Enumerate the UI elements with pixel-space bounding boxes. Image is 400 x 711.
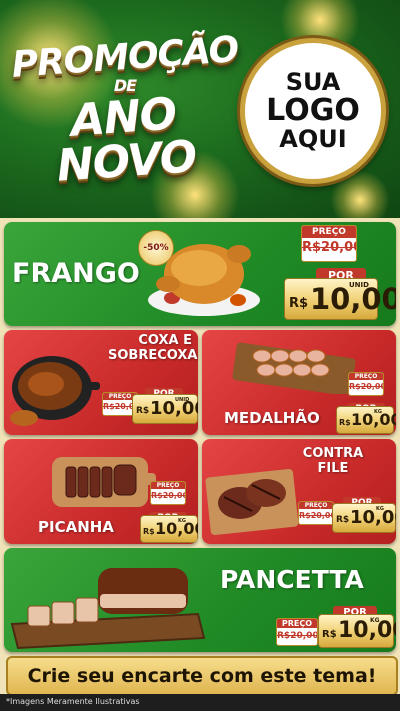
currency-symbol: R$	[143, 527, 155, 536]
chicken-thigh-pan-image	[10, 356, 100, 426]
promo-headline: PROMOÇÃO DE ANO NOVO	[10, 29, 240, 192]
price-value: 10,00	[338, 618, 396, 643]
price-box: R$ 10,00 KG	[140, 515, 198, 543]
old-price-tag: PREÇO R$20,00	[150, 481, 186, 505]
disclaimer-text: *Imagens Meramente Ilustrativas	[6, 697, 140, 706]
product-name-line-1: COXA E	[138, 333, 192, 348]
price-value: 10,00	[350, 507, 396, 528]
price-unit: KG	[178, 518, 186, 524]
cta-banner-text: Crie seu encarte com este tema!	[27, 665, 377, 687]
product-name: PICANHA	[38, 518, 114, 536]
currency-symbol: R$	[136, 406, 150, 416]
pork-belly-roast-image	[10, 568, 206, 650]
preco-label: PREÇO	[277, 619, 317, 628]
currency-symbol: R$	[322, 629, 337, 640]
price-box: R$ 10,00 UNID	[284, 278, 396, 320]
old-price: R$20,00	[302, 240, 357, 255]
product-name-line-2: SOBRECOXA	[108, 347, 198, 363]
old-price-tag: PREÇO R$20,00	[298, 501, 334, 525]
preco-label: PREÇO	[299, 502, 333, 509]
price-unit: UNID	[349, 281, 369, 289]
preco-label: PREÇO	[151, 482, 185, 489]
price-unit: UNID	[175, 397, 190, 403]
price-box: R$ 10,00 KG	[336, 406, 396, 434]
grilled-steaks-image	[205, 468, 299, 536]
cta-banner[interactable]: Crie seu encarte com este tema!	[6, 656, 398, 696]
price-unit: KG	[376, 506, 384, 512]
old-price: R$20,00	[349, 382, 384, 391]
currency-symbol: R$	[289, 296, 309, 311]
product-card-picanha[interactable]: PREÇO R$20,00 POR PICANHA R$ 10,00 KG	[4, 439, 198, 544]
old-price-tag: PREÇO R$20,00	[348, 372, 384, 396]
header-banner: PROMOÇÃO DE ANO NOVO SUA LOGO AQUI	[0, 0, 400, 218]
product-name: FRANGO	[12, 258, 140, 289]
logo-text-line-2: LOGO	[266, 93, 360, 129]
product-name: CONTRA FILE	[302, 446, 364, 477]
price-box: R$ 10,00 UNID	[132, 394, 198, 424]
product-card-frango[interactable]: FRANGO -50% PREÇO R$20,00 POR R$ 10,00 U…	[4, 222, 396, 326]
product-name-line-1: CONTRA	[302, 446, 364, 461]
currency-symbol: R$	[336, 515, 350, 525]
product-card-coxa-sobrecoxa[interactable]: COXA E SOBRECOXA PREÇO R$20,00 POR R$ 10…	[4, 330, 198, 435]
old-price: R$20,00	[151, 491, 186, 500]
price-value: 10,00	[155, 519, 198, 538]
product-name-line-2: FILE	[317, 460, 349, 476]
price-value: 10,00	[150, 398, 198, 419]
logo-text-line-3: AQUI	[279, 124, 347, 153]
old-price: R$20,00	[299, 511, 334, 520]
logo-placeholder: SUA LOGO AQUI	[240, 38, 386, 184]
old-price-tag: PREÇO R$20,00	[301, 225, 357, 262]
roast-chicken-image	[148, 244, 260, 316]
old-price: R$20,00	[277, 631, 318, 641]
product-card-medalhao[interactable]: PREÇO R$20,00 POR MEDALHÃO R$ 10,00 KG	[202, 330, 396, 435]
product-name: MEDALHÃO	[224, 409, 320, 427]
price-unit: KG	[374, 409, 382, 415]
product-card-contra-file[interactable]: CONTRA FILE PREÇO R$20,00 POR R$ 10,00 K…	[202, 439, 396, 544]
preco-label: PREÇO	[302, 226, 356, 238]
old-price-tag: PREÇO R$20,00	[276, 618, 318, 646]
footer-bar: *Imagens Meramente Ilustrativas	[0, 694, 400, 711]
price-box: R$ 10,00 KG	[332, 503, 396, 533]
product-card-pancetta[interactable]: PANCETTA PREÇO R$20,00 POR R$ 10,00 KG	[4, 548, 396, 652]
preco-label: PREÇO	[349, 373, 383, 380]
sliced-picanha-image	[52, 457, 156, 507]
headline-line-3: ANO NOVO	[55, 88, 198, 192]
currency-symbol: R$	[339, 418, 351, 427]
product-name: COXA E SOBRECOXA	[108, 333, 198, 364]
price-box: R$ 10,00 KG	[318, 614, 396, 648]
price-unit: KG	[370, 617, 380, 624]
logo-text-line-1: SUA	[285, 68, 341, 97]
product-name: PANCETTA	[220, 565, 364, 594]
headline-line-1: PROMOÇÃO	[10, 29, 240, 86]
